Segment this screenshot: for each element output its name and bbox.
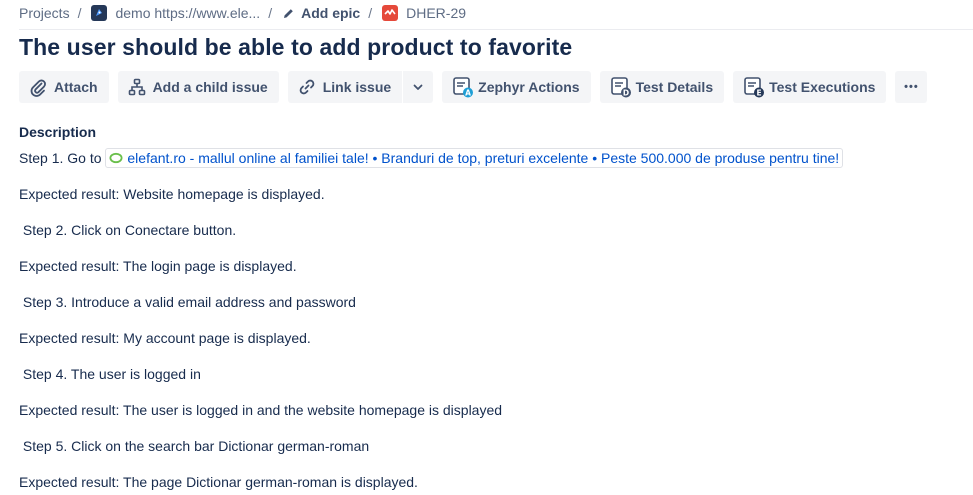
test-executions-icon: E xyxy=(742,75,766,99)
breadcrumb-project[interactable]: demo https://www.ele... xyxy=(91,5,260,21)
bug-icon xyxy=(382,5,399,21)
more-button[interactable]: ••• xyxy=(895,71,928,103)
smart-link-elefant[interactable]: elefant.ro - mallul online al familiei t… xyxy=(105,148,844,168)
test-executions-button[interactable]: E Test Executions xyxy=(733,71,887,103)
description-line: Expected result: The login page is displ… xyxy=(19,258,297,274)
hierarchy-icon xyxy=(127,77,147,97)
breadcrumb-separator: / xyxy=(368,5,373,21)
pencil-icon xyxy=(282,7,295,20)
issue-toolbar: Attach Add a child issue Link issue A Ze… xyxy=(19,71,936,103)
link-issue-button[interactable]: Link issue xyxy=(287,71,403,103)
description-heading: Description xyxy=(19,124,97,140)
step-1-text: Step 1. Go to xyxy=(19,150,106,166)
description-line: Step 2. Click on Conectare button. xyxy=(19,222,237,238)
description-line: Step 3. Introduce a valid email address … xyxy=(19,294,356,310)
breadcrumb-separator: / xyxy=(77,5,82,21)
svg-text:D: D xyxy=(622,88,628,97)
link-icon xyxy=(297,77,317,97)
svg-text:E: E xyxy=(757,88,762,97)
test-executions-label: Test Executions xyxy=(769,79,876,95)
smart-link-label: elefant.ro - mallul online al familiei t… xyxy=(127,150,840,166)
attach-button[interactable]: Attach xyxy=(19,71,109,103)
breadcrumb-separator: / xyxy=(268,5,273,21)
zephyr-actions-icon: A xyxy=(451,75,475,99)
issue-title[interactable]: The user should be able to add product t… xyxy=(19,34,572,61)
description-line: Expected result: The page Dictionar germ… xyxy=(19,474,418,490)
zephyr-actions-label: Zephyr Actions xyxy=(478,79,580,95)
description-line: Expected result: Website homepage is dis… xyxy=(19,186,325,202)
test-details-button[interactable]: D Test Details xyxy=(599,71,725,103)
header-divider xyxy=(19,29,973,30)
zephyr-actions-button[interactable]: A Zephyr Actions xyxy=(442,71,591,103)
test-details-icon: D xyxy=(609,75,633,99)
description-step-1: Step 1. Go to elefant.ro - mallul online… xyxy=(19,148,959,168)
description-body[interactable]: Step 1. Go to elefant.ro - mallul online… xyxy=(19,148,959,495)
breadcrumb-projects[interactable]: Projects xyxy=(19,5,70,21)
breadcrumb: Projects / demo https://www.ele... / Add… xyxy=(19,2,466,24)
description-line: Step 4. The user is logged in xyxy=(19,366,201,382)
description-line: Expected result: My account page is disp… xyxy=(19,330,311,346)
add-epic-label: Add epic xyxy=(301,5,361,21)
attach-label: Attach xyxy=(54,79,98,95)
rocket-icon xyxy=(91,5,108,21)
paperclip-icon xyxy=(28,77,48,97)
link-issue-split-button: Link issue xyxy=(287,71,434,103)
add-epic-link[interactable]: Add epic xyxy=(282,5,360,21)
add-child-issue-label: Add a child issue xyxy=(152,79,268,95)
description-line: Step 5. Click on the search bar Dictiona… xyxy=(19,438,370,454)
link-issue-dropdown-button[interactable] xyxy=(402,71,434,103)
link-issue-label: Link issue xyxy=(322,79,392,95)
issue-key: DHER-29 xyxy=(406,5,467,21)
test-details-label: Test Details xyxy=(635,79,714,95)
svg-text:A: A xyxy=(465,88,471,97)
breadcrumb-project-label: demo https://www.ele... xyxy=(115,5,261,21)
add-child-issue-button[interactable]: Add a child issue xyxy=(117,71,279,103)
chevron-down-icon xyxy=(412,81,424,93)
more-icon: ••• xyxy=(904,81,919,93)
elefant-favicon-icon xyxy=(109,152,123,164)
description-line: Expected result: The user is logged in a… xyxy=(19,402,503,418)
breadcrumb-issue[interactable]: DHER-29 xyxy=(382,5,466,21)
